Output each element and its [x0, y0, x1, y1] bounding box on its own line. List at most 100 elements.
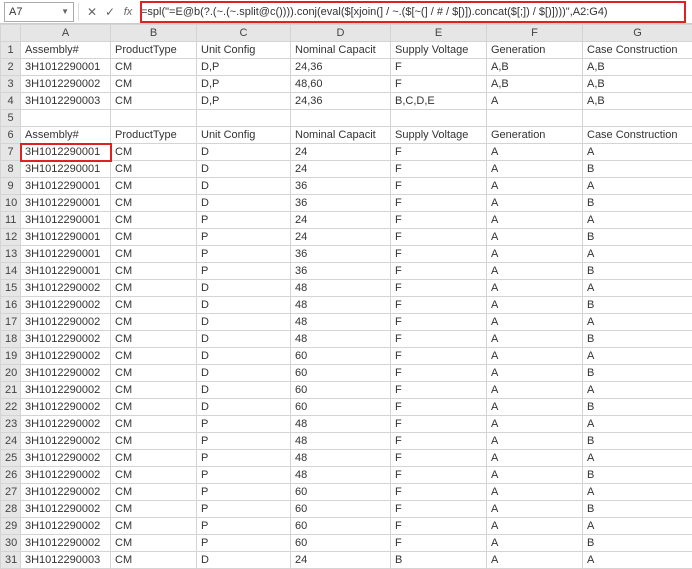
cell[interactable]: A [487, 518, 583, 535]
row-header[interactable]: 22 [1, 399, 21, 416]
cell[interactable]: 3H1012290002 [21, 518, 111, 535]
cell[interactable]: P [197, 212, 291, 229]
spreadsheet-grid[interactable]: A B C D E F G 1Assembly#ProductTypeUnit … [0, 24, 692, 569]
cell[interactable]: Assembly# [21, 127, 111, 144]
cell[interactable]: F [391, 263, 487, 280]
row-header[interactable]: 25 [1, 450, 21, 467]
cell[interactable]: 48 [291, 416, 391, 433]
cell[interactable]: B [583, 161, 692, 178]
cell[interactable]: CM [111, 552, 197, 569]
cell[interactable]: 3H1012290001 [21, 59, 111, 76]
cell[interactable]: CM [111, 348, 197, 365]
cell[interactable]: Supply Voltage [391, 42, 487, 59]
cell[interactable]: P [197, 450, 291, 467]
cell[interactable]: 3H1012290001 [21, 246, 111, 263]
cell[interactable]: 3H1012290002 [21, 467, 111, 484]
row-header[interactable]: 13 [1, 246, 21, 263]
cell[interactable]: D [197, 297, 291, 314]
cell[interactable]: 60 [291, 348, 391, 365]
cell[interactable]: Unit Config [197, 42, 291, 59]
cell[interactable]: F [391, 195, 487, 212]
row-header[interactable]: 8 [1, 161, 21, 178]
cell[interactable]: CM [111, 518, 197, 535]
cell[interactable]: 60 [291, 382, 391, 399]
cell[interactable]: Generation [487, 127, 583, 144]
cell[interactable]: B [583, 297, 692, 314]
cell[interactable]: F [391, 280, 487, 297]
cell[interactable]: F [391, 518, 487, 535]
cell[interactable]: A [487, 297, 583, 314]
cell[interactable] [111, 110, 197, 127]
cell[interactable]: 3H1012290002 [21, 297, 111, 314]
cell[interactable]: Assembly# [21, 42, 111, 59]
cell[interactable] [391, 110, 487, 127]
col-header[interactable]: E [391, 25, 487, 42]
row-header[interactable]: 23 [1, 416, 21, 433]
cell[interactable]: B [583, 467, 692, 484]
row-header[interactable]: 20 [1, 365, 21, 382]
col-header[interactable]: A [21, 25, 111, 42]
cell[interactable]: B [583, 331, 692, 348]
cell[interactable]: Generation [487, 42, 583, 59]
cell[interactable]: D,P [197, 59, 291, 76]
cell[interactable]: 36 [291, 178, 391, 195]
cell[interactable]: A,B [487, 76, 583, 93]
row-header[interactable]: 16 [1, 297, 21, 314]
cell[interactable]: CM [111, 229, 197, 246]
row-header[interactable]: 1 [1, 42, 21, 59]
cell[interactable]: 3H1012290002 [21, 280, 111, 297]
cell[interactable]: CM [111, 263, 197, 280]
cell[interactable]: F [391, 297, 487, 314]
row-header[interactable]: 9 [1, 178, 21, 195]
cell[interactable]: 24,36 [291, 59, 391, 76]
cell[interactable] [21, 110, 111, 127]
cell[interactable]: A,B [583, 93, 692, 110]
cell[interactable]: F [391, 382, 487, 399]
cell[interactable]: B,C,D,E [391, 93, 487, 110]
cell[interactable]: 3H1012290001 [21, 195, 111, 212]
cell[interactable]: D [197, 314, 291, 331]
cell[interactable]: A [487, 263, 583, 280]
cell[interactable]: 60 [291, 518, 391, 535]
cell[interactable]: A [487, 348, 583, 365]
cell[interactable]: CM [111, 76, 197, 93]
cell[interactable]: 24 [291, 212, 391, 229]
cell[interactable]: CM [111, 280, 197, 297]
cell[interactable]: A [487, 382, 583, 399]
cell[interactable]: A [583, 144, 692, 161]
cell[interactable]: 60 [291, 501, 391, 518]
cell[interactable]: CM [111, 178, 197, 195]
cell[interactable]: 3H1012290002 [21, 348, 111, 365]
cell[interactable]: A [583, 348, 692, 365]
cell[interactable]: D [197, 178, 291, 195]
cell[interactable]: D [197, 365, 291, 382]
cell[interactable]: F [391, 314, 487, 331]
cell[interactable] [291, 110, 391, 127]
row-header[interactable]: 14 [1, 263, 21, 280]
cell[interactable]: P [197, 433, 291, 450]
cell[interactable]: F [391, 212, 487, 229]
cell[interactable]: CM [111, 467, 197, 484]
cell[interactable]: F [391, 229, 487, 246]
cell[interactable]: Case Construction [583, 42, 692, 59]
cell[interactable]: A [487, 144, 583, 161]
cell[interactable]: 3H1012290002 [21, 484, 111, 501]
cell[interactable]: 48 [291, 280, 391, 297]
col-header[interactable]: F [487, 25, 583, 42]
cell[interactable]: F [391, 501, 487, 518]
row-header[interactable]: 11 [1, 212, 21, 229]
cell[interactable]: 24 [291, 229, 391, 246]
cell[interactable]: 48 [291, 467, 391, 484]
cell[interactable]: D [197, 195, 291, 212]
cell[interactable]: 3H1012290002 [21, 76, 111, 93]
cell[interactable]: 3H1012290001 [21, 212, 111, 229]
row-header[interactable]: 15 [1, 280, 21, 297]
cell[interactable]: B [583, 365, 692, 382]
row-header[interactable]: 31 [1, 552, 21, 569]
cell[interactable]: A,B [583, 59, 692, 76]
cell[interactable]: 3H1012290001 [21, 178, 111, 195]
cell[interactable]: 3H1012290002 [21, 433, 111, 450]
cell[interactable]: P [197, 518, 291, 535]
cell[interactable]: P [197, 229, 291, 246]
cell[interactable]: F [391, 450, 487, 467]
